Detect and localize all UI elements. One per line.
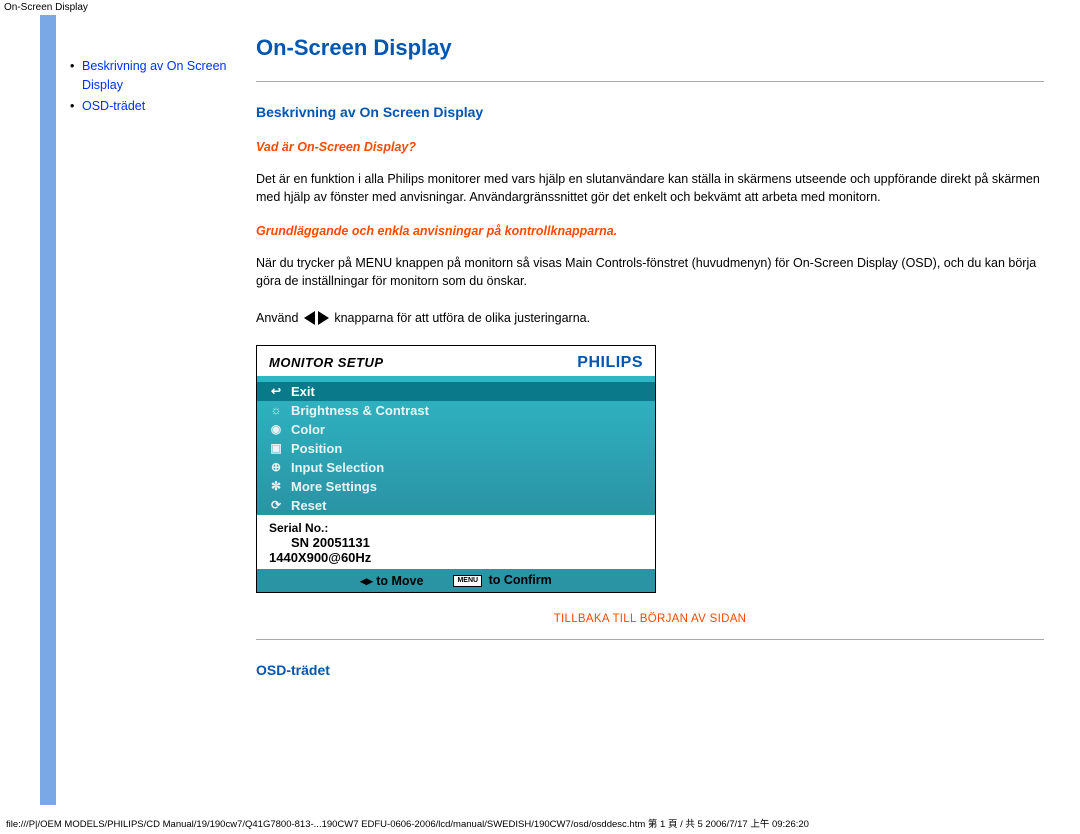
osd-screenshot: MONITOR SETUP PHILIPS ↩ Exit ☼ Brightnes… [256, 345, 656, 593]
osd-item-input-selection: ⊕ Input Selection [257, 458, 655, 477]
subheading-what-is-osd: Vad är On-Screen Display? [256, 140, 1044, 154]
footer-file-path: file:///P|/OEM MODELS/PHILIPS/CD Manual/… [6, 816, 1074, 830]
exit-icon: ↩ [269, 384, 283, 398]
sidebar-item-osd-tree[interactable]: • OSD-trädet [70, 97, 242, 116]
osd-footer: ◂▸ to Move MENU to Confirm [257, 569, 655, 592]
osd-panel-title: MONITOR SETUP [269, 355, 384, 370]
bullet-icon: • [70, 57, 82, 76]
footer-confirm-label: to Confirm [489, 573, 552, 587]
page-tab-title: On-Screen Display [0, 0, 1080, 15]
footer-move-label: ◂▸ to Move [360, 573, 423, 588]
osd-item-brightness: ☼ Brightness & Contrast [257, 401, 655, 420]
resolution-value: 1440X900@60Hz [269, 550, 643, 565]
osd-item-position: ▣ Position [257, 439, 655, 458]
osd-item-label: Input Selection [291, 460, 384, 475]
footer-confirm: MENU to Confirm [453, 573, 551, 587]
serial-value: SN 20051131 [269, 535, 643, 550]
text-pre: Använd [256, 311, 302, 325]
position-icon: ▣ [269, 441, 283, 455]
osd-item-label: Position [291, 441, 342, 456]
sidebar-item-description[interactable]: • Beskrivning av On Screen Display [70, 57, 242, 95]
osd-item-label: Exit [291, 384, 315, 399]
left-accent-bar [40, 15, 56, 805]
osd-info-panel: Serial No.: SN 20051131 1440X900@60Hz [257, 515, 655, 569]
osd-menu-list: ↩ Exit ☼ Brightness & Contrast ◉ Color ▣… [257, 382, 655, 515]
main-content: On-Screen Display Beskrivning av On Scre… [256, 15, 1080, 805]
settings-icon: ✼ [269, 479, 283, 493]
sidebar-link-osd-tree[interactable]: OSD-trädet [82, 97, 145, 116]
bullet-icon: • [70, 97, 82, 116]
paragraph-what-is-osd: Det är en funktion i alla Philips monito… [256, 170, 1044, 206]
text-post: knapparna för att utföra de olika juster… [334, 311, 590, 325]
osd-brand-logo: PHILIPS [577, 354, 643, 372]
brightness-icon: ☼ [269, 403, 283, 417]
color-icon: ◉ [269, 422, 283, 436]
divider [256, 639, 1044, 640]
page-body: • Beskrivning av On Screen Display • OSD… [40, 15, 1080, 805]
osd-item-label: Color [291, 422, 325, 437]
input-icon: ⊕ [269, 460, 283, 474]
osd-item-label: Reset [291, 498, 326, 513]
osd-item-exit: ↩ Exit [257, 382, 655, 401]
serial-label: Serial No.: [269, 521, 643, 535]
osd-item-label: More Settings [291, 479, 377, 494]
section-heading-osd-tree: OSD-trädet [256, 662, 1044, 678]
left-right-arrows-icon [304, 311, 329, 325]
section-heading-description: Beskrivning av On Screen Display [256, 104, 1044, 120]
osd-item-reset: ⟳ Reset [257, 496, 655, 515]
osd-item-label: Brightness & Contrast [291, 403, 429, 418]
osd-item-color: ◉ Color [257, 420, 655, 439]
sidebar-link-description[interactable]: Beskrivning av On Screen Display [82, 57, 242, 95]
paragraph-menu-button: När du trycker på MENU knappen på monito… [256, 254, 1044, 290]
sidebar: • Beskrivning av On Screen Display • OSD… [56, 15, 256, 805]
menu-button-icon: MENU [453, 575, 482, 587]
paragraph-use-arrows: Använd knapparna för att utföra de olika… [256, 309, 1044, 327]
back-to-top-wrap: TILLBAKA TILL BÖRJAN AV SIDAN [256, 611, 1044, 625]
subheading-basic-instructions: Grundläggande och enkla anvisningar på k… [256, 224, 1044, 238]
divider [256, 81, 1044, 82]
page-title: On-Screen Display [256, 35, 1044, 61]
osd-item-more-settings: ✼ More Settings [257, 477, 655, 496]
back-to-top-link[interactable]: TILLBAKA TILL BÖRJAN AV SIDAN [554, 613, 747, 625]
reset-icon: ⟳ [269, 498, 283, 512]
